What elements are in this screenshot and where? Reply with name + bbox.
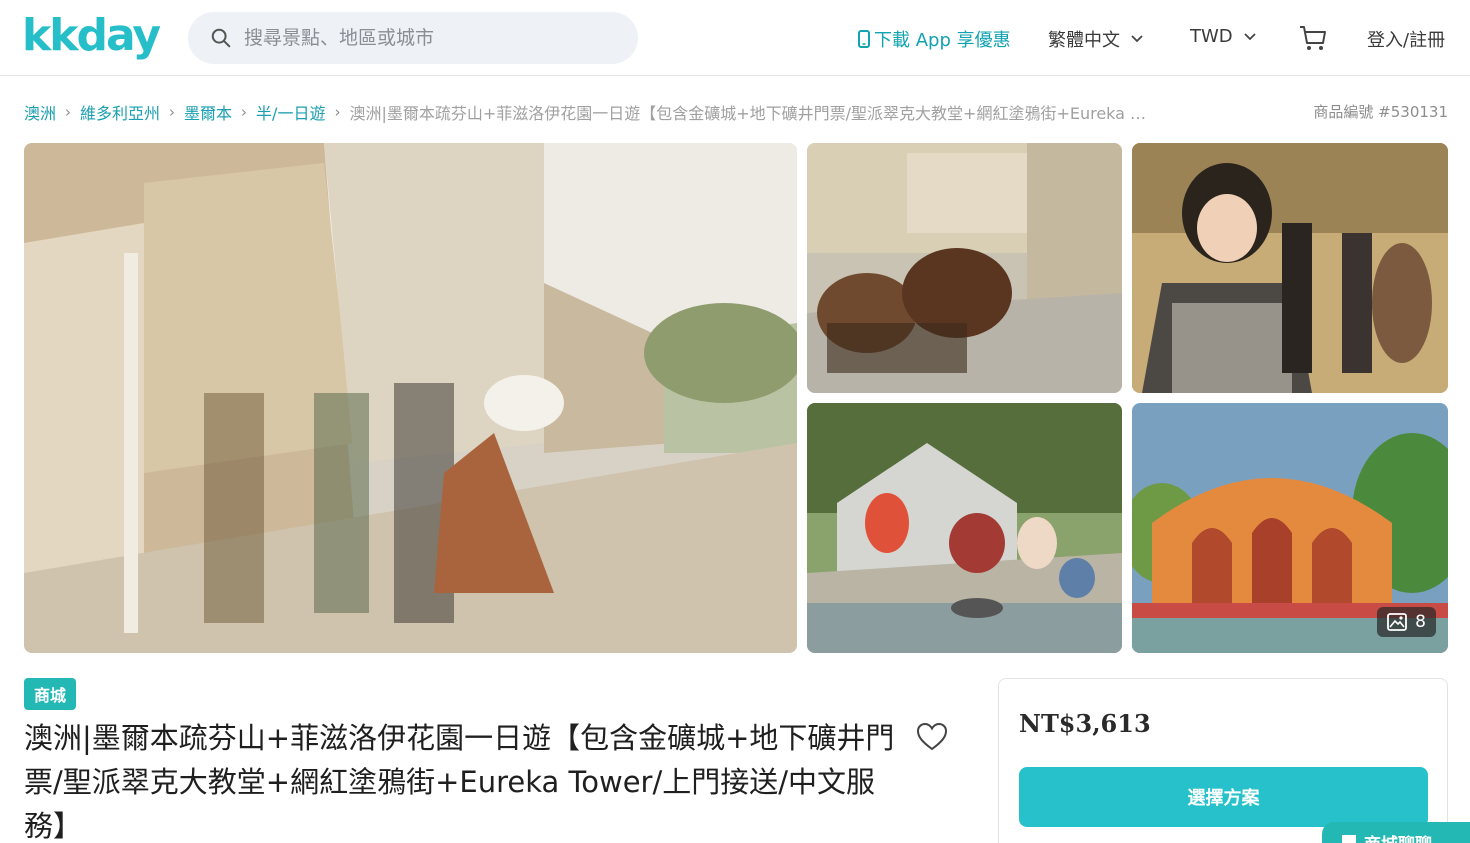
breadcrumb: 澳洲 › 維多利亞州 › 墨爾本 › 半/一日遊 › 澳洲|墨爾本疏芬山+菲滋洛… xyxy=(24,100,1229,124)
breadcrumb-current: 澳洲|墨爾本疏芬山+菲滋洛伊花園一日遊【包含金礦城+地下礦井門票/聖派翠克大教堂… xyxy=(349,104,1147,123)
mall-badge: 商城 xyxy=(24,678,77,710)
download-app-label: 下載 App 享優惠 xyxy=(874,30,1011,51)
search-bar[interactable] xyxy=(188,12,638,64)
search-icon xyxy=(211,28,231,48)
download-app-link[interactable]: 下載 App 享優惠 xyxy=(858,26,1011,52)
photo-costumed-lady[interactable] xyxy=(1132,143,1448,393)
image-gallery-icon xyxy=(1387,613,1408,631)
product-code: 商品編號 #530131 xyxy=(1313,103,1448,121)
breadcrumb-item[interactable]: 半/一日遊 xyxy=(256,100,325,124)
language-label: 繁體中文 xyxy=(1048,30,1120,51)
chevron-right-icon: › xyxy=(65,103,72,121)
main-photo-sovereign-hill-street[interactable] xyxy=(24,143,797,653)
photo-conservatory[interactable]: 8 xyxy=(1132,403,1448,653)
photo-count-value: 8 xyxy=(1415,612,1426,632)
login-register-link[interactable]: 登入/註冊 xyxy=(1367,26,1445,52)
chat-icon xyxy=(1342,835,1356,843)
product-title: 澳洲|墨爾本疏芬山+菲滋洛伊花園一日遊【包含金礦城+地下礦井門票/聖派翠克大教堂… xyxy=(24,721,895,843)
mall-chat-label: 商城聊聊 xyxy=(1364,830,1432,843)
cart-button[interactable] xyxy=(1298,24,1328,52)
breadcrumb-item[interactable]: 澳洲 xyxy=(24,100,56,124)
heart-icon[interactable] xyxy=(916,722,948,752)
select-plan-button[interactable]: 選擇方案 xyxy=(1019,767,1428,827)
currency-label: TWD xyxy=(1190,26,1233,47)
breadcrumb-item[interactable]: 維多利亞州 xyxy=(80,100,160,124)
kkday-logo[interactable]: kkday xyxy=(22,12,161,60)
chevron-right-icon: › xyxy=(241,103,248,121)
mall-chat-button[interactable]: 商城聊聊 xyxy=(1322,822,1470,843)
breadcrumb-item[interactable]: 墨爾本 xyxy=(184,100,232,124)
language-selector[interactable]: 繁體中文 xyxy=(1048,26,1144,52)
top-header: kkday 下載 App 享優惠 繁體中文 TWD 登入/註冊 xyxy=(0,0,1470,76)
chevron-right-icon: › xyxy=(334,103,341,121)
photo-count-badge[interactable]: 8 xyxy=(1377,607,1436,637)
price-value: NT$3,613 xyxy=(1019,709,1151,738)
photo-gold-panning[interactable] xyxy=(807,403,1122,653)
currency-selector[interactable]: TWD xyxy=(1190,26,1257,47)
chevron-down-icon xyxy=(1244,32,1256,40)
price-card: NT$3,613 選擇方案 xyxy=(998,678,1448,843)
chevron-right-icon: › xyxy=(169,103,176,121)
photo-horse-carriage[interactable] xyxy=(807,143,1122,393)
search-input[interactable] xyxy=(244,27,604,49)
cart-icon xyxy=(1300,26,1326,50)
phone-icon xyxy=(858,30,870,48)
chevron-down-icon xyxy=(1131,35,1143,43)
